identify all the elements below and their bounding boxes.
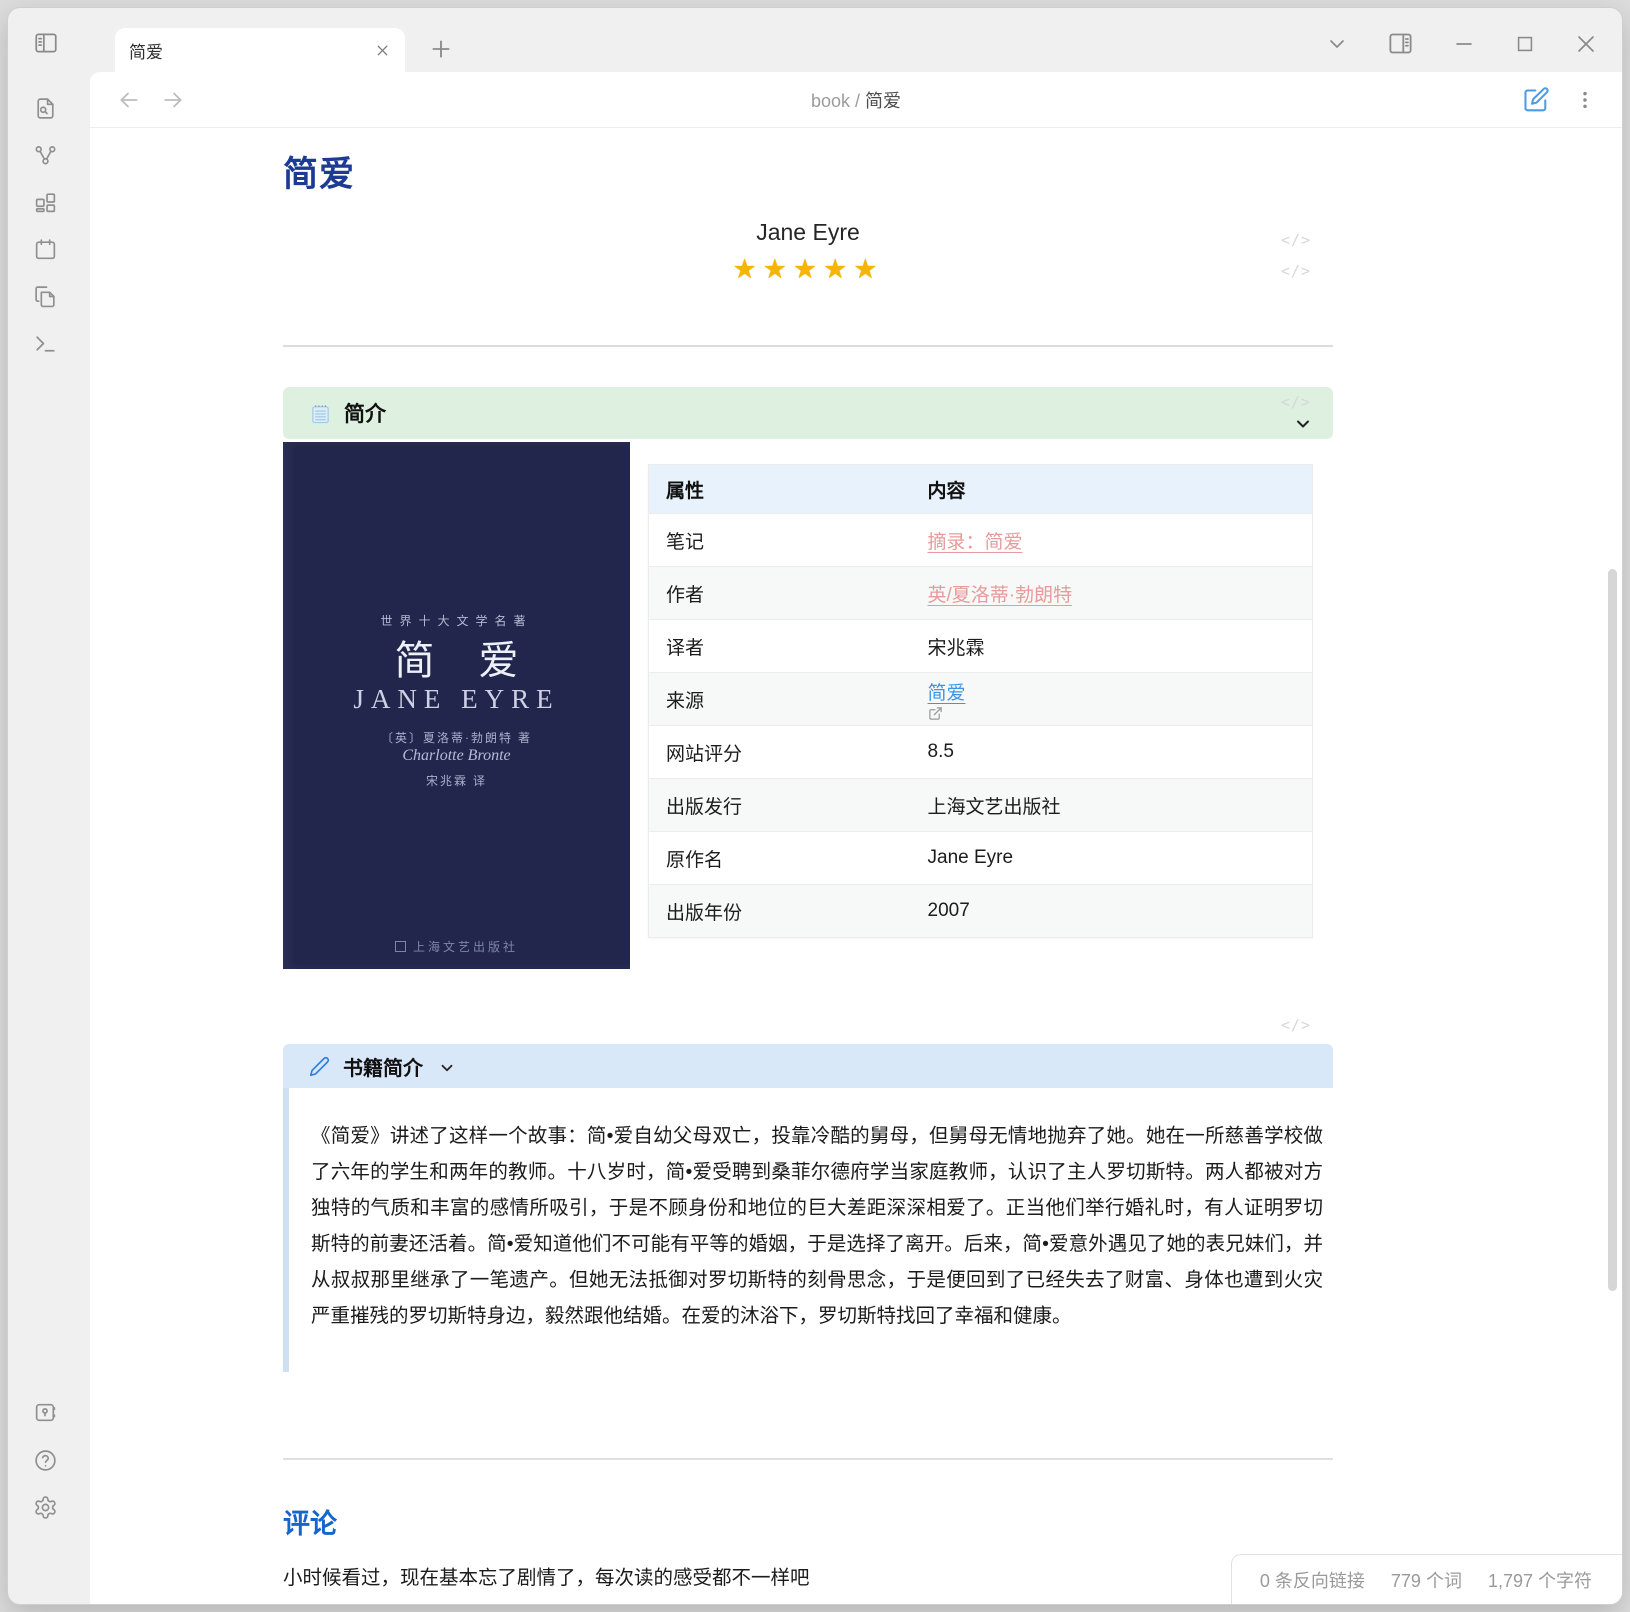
view-header: book / 简爱: [90, 72, 1622, 128]
breadcrumb-separator: /: [855, 91, 860, 111]
summary-callout-header[interactable]: 书籍简介: [283, 1044, 1333, 1088]
table-row: 原作名 Jane Eyre: [649, 832, 1313, 885]
new-tab-icon[interactable]: [428, 36, 454, 62]
word-count: 779 个词: [1391, 1567, 1462, 1593]
rating-stars: ★★★★★: [283, 254, 1333, 285]
prop-label: 出版发行: [649, 779, 911, 832]
status-bar: 0 条反向链接 779 个词 1,797 个字符: [1231, 1554, 1622, 1604]
search-file-icon[interactable]: [33, 96, 58, 121]
book-cover-image: 世界十大文学名著 简爱 JANE EYRE 〔英〕夏洛蒂·勃朗特 著 Charl…: [283, 442, 630, 969]
page-title: 简爱: [283, 146, 1333, 197]
notepad-icon: [309, 402, 332, 425]
tab-list-chevron-icon[interactable]: [1325, 32, 1349, 56]
prop-label: 网站评分: [649, 726, 911, 779]
tab-close-icon[interactable]: [374, 42, 391, 59]
pencil-icon: [309, 1056, 330, 1077]
code-block-edit-icon[interactable]: </>: [1281, 1016, 1311, 1034]
copy-files-icon[interactable]: [33, 284, 58, 309]
prop-value: 2007: [911, 885, 1313, 938]
breadcrumb-parent[interactable]: book: [811, 91, 850, 111]
note-link[interactable]: 摘录：简爱: [928, 532, 1023, 553]
table-row: 作者 英/夏洛蒂·勃朗特: [649, 567, 1313, 620]
column-header: 属性: [649, 465, 911, 514]
comment-text: 小时候看过，现在基本忘了剧情了，每次读的感受都不一样吧: [283, 1561, 1333, 1590]
author-link[interactable]: 英/夏洛蒂·勃朗特: [928, 585, 1073, 606]
code-block-edit-icon[interactable]: </>: [1281, 262, 1311, 280]
cover-title-cn: 简爱: [283, 628, 630, 686]
right-sidebar-toggle-icon[interactable]: [1387, 30, 1414, 57]
left-sidebar-toggle-icon[interactable]: [33, 30, 59, 56]
app-window: 简爱: [8, 8, 1622, 1604]
collapse-chevron-icon[interactable]: [1293, 414, 1313, 434]
prop-label: 笔记: [649, 514, 911, 567]
intro-callout-header[interactable]: 简介 </>: [283, 387, 1333, 439]
table-row: 来源 简爱: [649, 673, 1313, 726]
breadcrumb[interactable]: book / 简爱: [90, 87, 1622, 113]
summary-callout-title: 书籍简介: [343, 1052, 423, 1081]
cover-publisher-line: 上海文艺出版社: [283, 938, 630, 955]
prop-label: 原作名: [649, 832, 911, 885]
vault-switcher-icon[interactable]: [33, 1400, 58, 1425]
prop-label: 出版年份: [649, 885, 911, 938]
external-link-icon: [928, 706, 1313, 721]
code-block-edit-icon[interactable]: </>: [1281, 393, 1311, 411]
left-ribbon: [8, 72, 90, 1604]
cover-author-line: 〔英〕夏洛蒂·勃朗特 著: [283, 729, 630, 746]
table-row: 出版年份 2007: [649, 885, 1313, 938]
character-count: 1,797 个字符: [1488, 1567, 1592, 1593]
prop-label: 译者: [649, 620, 911, 673]
prop-value: 8.5: [911, 726, 1313, 779]
prop-label: 作者: [649, 567, 911, 620]
terminal-icon[interactable]: [33, 331, 58, 356]
prop-value: 宋兆霖: [911, 620, 1313, 673]
vertical-scrollbar[interactable]: [1608, 569, 1617, 1291]
collapse-chevron-icon[interactable]: [438, 1059, 456, 1077]
summary-callout: </> 书籍简介 《简爱》讲述了这样一个故事：简•爱自幼父母双亡，投靠冷酷的舅母…: [283, 1044, 1333, 1372]
cover-author-en: Charlotte Bronte: [283, 747, 630, 765]
prop-label: 来源: [649, 673, 911, 726]
settings-gear-icon[interactable]: [33, 1495, 58, 1520]
table-row: 笔记 摘录：简爱: [649, 514, 1313, 567]
divider: [283, 1458, 1333, 1460]
note-content: 简爱 Jane Eyre </> ★★★★★ </>: [90, 128, 1333, 1590]
close-window-icon[interactable]: [1574, 32, 1598, 56]
intro-callout-title: 简介: [344, 398, 386, 428]
graph-view-icon[interactable]: [33, 143, 58, 168]
divider: [283, 345, 1333, 347]
prop-value: Jane Eyre: [911, 832, 1313, 885]
code-block-edit-icon[interactable]: </>: [1281, 231, 1311, 249]
cover-title-en: JANE EYRE: [283, 684, 630, 715]
table-row: 出版发行 上海文艺出版社: [649, 779, 1313, 832]
calendar-icon[interactable]: [33, 237, 58, 262]
properties-table: 属性 内容 笔记 摘录：简爱 作者 英/夏洛蒂·勃朗特: [648, 464, 1313, 938]
column-header: 内容: [911, 465, 1313, 514]
tab-bar: 简爱: [8, 8, 1622, 72]
tab-jane-eyre[interactable]: 简爱: [115, 28, 405, 72]
summary-text: 《简爱》讲述了这样一个故事：简•爱自幼父母双亡，投靠冷酷的舅母，但舅母无情地抛弃…: [283, 1088, 1333, 1372]
tab-title: 简爱: [129, 38, 374, 63]
table-row: 网站评分 8.5: [649, 726, 1313, 779]
table-header-row: 属性 内容: [649, 465, 1313, 514]
main-pane: book / 简爱 简爱 Jane Eyr: [90, 72, 1622, 1604]
help-icon[interactable]: [33, 1448, 58, 1473]
minimize-icon[interactable]: [1452, 32, 1476, 56]
cover-translator-line: 宋兆霖 译: [283, 772, 630, 789]
source-external-link[interactable]: 简爱: [928, 683, 966, 704]
prop-value: 上海文艺出版社: [911, 779, 1313, 832]
breadcrumb-current[interactable]: 简爱: [865, 91, 901, 111]
backlinks-count[interactable]: 0 条反向链接: [1260, 1567, 1365, 1593]
book-subtitle: Jane Eyre: [283, 219, 1333, 246]
comments-heading: 评论: [283, 1502, 1333, 1541]
maximize-icon[interactable]: [1514, 33, 1536, 55]
dashboard-icon[interactable]: [33, 190, 58, 215]
table-row: 译者 宋兆霖: [649, 620, 1313, 673]
publisher-logo: [395, 941, 406, 952]
cover-series-line: 世界十大文学名著: [283, 612, 630, 629]
